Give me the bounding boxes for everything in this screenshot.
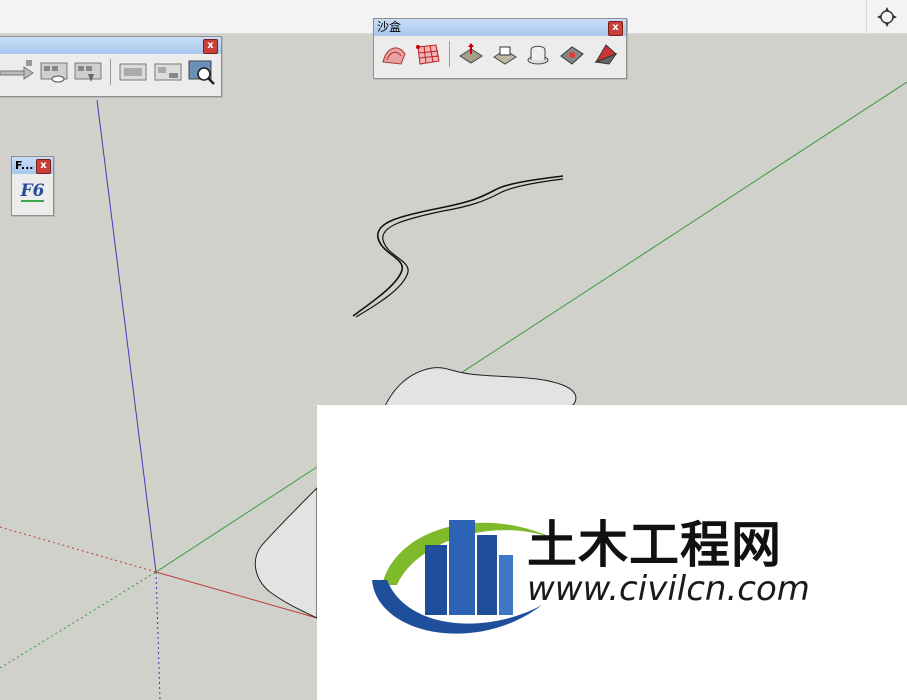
f6-palette-close-button[interactable]: x (36, 159, 51, 174)
views-toolbar-close-button[interactable]: x (203, 39, 218, 54)
smoove-icon (458, 43, 483, 64)
add-detail-icon (560, 46, 585, 65)
views-toolbar: x (0, 36, 222, 97)
watermark-banner: 土木工程网 www.civilcn.com (317, 405, 907, 700)
previous-view-button[interactable] (0, 57, 35, 87)
toolbar-separator (110, 59, 112, 85)
blue-axis-hidden (155, 571, 161, 700)
arrow-icon (0, 60, 34, 80)
f6-palette-title: F... (15, 159, 34, 172)
orbit-icon (877, 6, 897, 27)
standard-view-button[interactable] (39, 57, 69, 87)
views-toolbar-titlebar[interactable]: x (0, 37, 221, 54)
f6-button-label: F6 (20, 181, 45, 202)
from-contours-icon (382, 47, 406, 65)
terrain-surface[interactable] (317, 367, 577, 407)
sandbox-toolbar-titlebar[interactable]: 沙盒 x (374, 19, 626, 36)
f6-palette-titlebar[interactable]: F... x (12, 157, 53, 174)
green-axis-hidden (0, 571, 157, 669)
drape-icon (527, 45, 549, 65)
sandbox-toolbar-title: 沙盒 (377, 20, 402, 34)
from-contours-button[interactable] (378, 39, 410, 69)
flip-edge-icon (594, 44, 618, 65)
watermark-title: 土木工程网 (527, 516, 782, 574)
flip-edge-button[interactable] (590, 39, 622, 69)
scene-grid-icon (154, 63, 182, 81)
f6-button[interactable]: F6 (12, 174, 53, 210)
terrain-surface[interactable] (254, 486, 318, 619)
add-detail-button[interactable] (556, 39, 588, 69)
zoom-view-button[interactable] (187, 57, 217, 87)
contour-curve[interactable] (352, 175, 564, 317)
scene-button-2[interactable] (153, 57, 183, 87)
smoove-button[interactable] (455, 39, 487, 69)
view-down-icon (74, 62, 102, 82)
f6-palette: F... x F6 (11, 156, 54, 216)
watermark-url: www.civilcn.com (527, 569, 810, 609)
orbit-button[interactable] (866, 0, 907, 33)
blue-axis (96, 99, 157, 573)
toolbar-separator (448, 41, 450, 67)
save-view-button[interactable] (73, 57, 103, 87)
stamp-button[interactable] (489, 39, 521, 69)
red-axis-hidden (0, 526, 157, 573)
contour-curve[interactable] (355, 178, 564, 318)
drape-button[interactable] (522, 39, 554, 69)
from-scratch-icon (415, 44, 440, 65)
sandbox-toolbar: 沙盒 x (373, 18, 627, 79)
scene-icon (119, 63, 147, 81)
view-eye-icon (40, 62, 68, 83)
from-scratch-button[interactable] (412, 39, 444, 69)
scene-button-1[interactable] (118, 57, 148, 87)
stamp-icon (492, 46, 517, 65)
sandbox-toolbar-close-button[interactable]: x (608, 21, 623, 36)
magnifier-icon (188, 60, 215, 85)
